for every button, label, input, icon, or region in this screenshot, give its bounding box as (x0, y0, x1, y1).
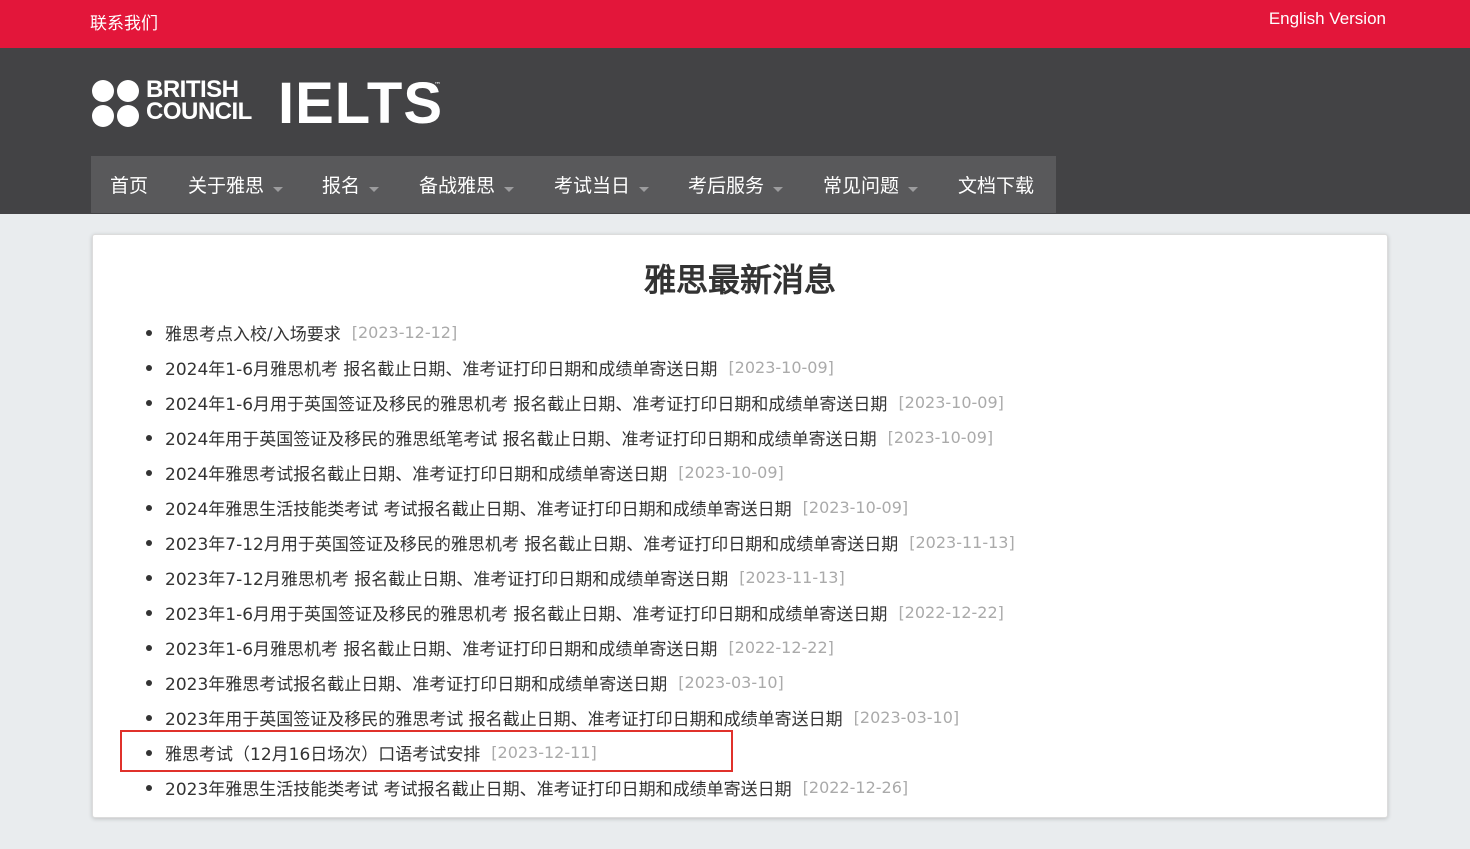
highlight-box (120, 730, 733, 772)
british-council-dots-icon (92, 80, 142, 128)
nav-item-label: 关于雅思 (188, 175, 265, 197)
bullet-icon (146, 364, 152, 371)
caret-down-icon (773, 187, 784, 192)
british-council-wordmark: BRITISH COUNCIL (146, 76, 252, 125)
news-date: [2023-03-10] (853, 708, 960, 727)
bullet-icon (146, 504, 152, 511)
news-date: [2023-10-09] (728, 358, 834, 377)
bullet-icon (146, 434, 152, 441)
nav-item-0[interactable]: 首页 (110, 156, 148, 213)
news-title-link[interactable]: 2024年雅思考试报名截止日期、准考证打印日期和成绩单寄送日期 (165, 460, 667, 485)
caret-down-icon (369, 187, 380, 192)
nav-item-label: 考后服务 (688, 175, 765, 197)
list-item: 2023年雅思生活技能类考试 考试报名截止日期、准考证打印日期和成绩单寄送日期 [… (146, 770, 1015, 805)
list-item: 2024年雅思生活技能类考试 考试报名截止日期、准考证打印日期和成绩单寄送日期 [… (146, 490, 1015, 525)
bullet-icon (146, 609, 152, 616)
list-item: 雅思考点入校/入场要求 [2023-12-12] (146, 315, 1015, 350)
news-date: [2022-12-26] (802, 778, 909, 797)
list-item: 2024年雅思考试报名截止日期、准考证打印日期和成绩单寄送日期 [2023-10-… (146, 455, 1015, 490)
news-date: [2023-12-12] (351, 323, 458, 342)
news-date: [2023-03-10] (678, 673, 784, 692)
nav-item-3[interactable]: 备战雅思 (419, 156, 515, 213)
bullet-icon (146, 469, 152, 476)
trademark-symbol: ™ (434, 81, 441, 89)
news-date: [2023-11-13] (909, 533, 1015, 552)
nav-item-label: 常见问题 (823, 175, 900, 197)
contact-us-link[interactable]: 联系我们 (90, 9, 158, 34)
list-item: 2024年1-6月用于英国签证及移民的雅思机考 报名截止日期、准考证打印日期和成… (146, 385, 1015, 420)
nav-item-7[interactable]: 文档下载 (958, 156, 1034, 213)
list-item: 2023年1-6月用于英国签证及移民的雅思机考 报名截止日期、准考证打印日期和成… (146, 595, 1015, 630)
news-title-link[interactable]: 2023年雅思考试报名截止日期、准考证打印日期和成绩单寄送日期 (165, 670, 667, 695)
news-date: [2023-10-09] (887, 428, 994, 447)
nav-item-5[interactable]: 考后服务 (688, 156, 784, 213)
ielts-wordmark: IELTS (278, 71, 444, 136)
nav-item-label: 报名 (322, 175, 361, 197)
bullet-icon (146, 714, 152, 721)
list-item: 2023年7-12月用于英国签证及移民的雅思机考 报名截止日期、准考证打印日期和… (146, 525, 1015, 560)
caret-down-icon (639, 187, 650, 192)
nav-item-2[interactable]: 报名 (322, 156, 380, 213)
bullet-icon (146, 574, 152, 581)
news-date: [2023-10-09] (898, 393, 1004, 412)
news-title-link[interactable]: 2024年用于英国签证及移民的雅思纸笔考试 报名截止日期、准考证打印日期和成绩单… (165, 425, 877, 450)
list-item: 2024年用于英国签证及移民的雅思纸笔考试 报名截止日期、准考证打印日期和成绩单… (146, 420, 1015, 455)
news-title-link[interactable]: 2024年1-6月用于英国签证及移民的雅思机考 报名截止日期、准考证打印日期和成… (165, 390, 887, 415)
list-item: 2023年雅思考试报名截止日期、准考证打印日期和成绩单寄送日期 [2023-03-… (146, 665, 1015, 700)
list-item: 2023年1-6月雅思机考 报名截止日期、准考证打印日期和成绩单寄送日期 [202… (146, 630, 1015, 665)
nav-item-label: 首页 (110, 175, 149, 197)
list-item: 2023年7-12月雅思机考 报名截止日期、准考证打印日期和成绩单寄送日期 [20… (146, 560, 1015, 595)
news-title-link[interactable]: 2023年7-12月雅思机考 报名截止日期、准考证打印日期和成绩单寄送日期 (165, 565, 728, 590)
bullet-icon (146, 679, 152, 686)
nav-item-label: 备战雅思 (419, 175, 496, 197)
news-title-link[interactable]: 2024年雅思生活技能类考试 考试报名截止日期、准考证打印日期和成绩单寄送日期 (165, 495, 792, 520)
news-date: [2023-10-09] (678, 463, 784, 482)
bullet-icon (146, 399, 152, 406)
main-nav: 首页 关于雅思 报名 备战雅思 考试当日 考后服务 常见问题 文档下载 (91, 156, 1056, 213)
english-version-link[interactable]: English Version (1269, 9, 1386, 29)
nav-item-6[interactable]: 常见问题 (823, 156, 919, 213)
caret-down-icon (273, 187, 284, 192)
caret-down-icon (908, 187, 919, 192)
bullet-icon (146, 329, 152, 336)
bullet-icon (146, 539, 152, 546)
news-date: [2022-12-22] (898, 603, 1004, 622)
news-title-link[interactable]: 2023年用于英国签证及移民的雅思考试 报名截止日期、准考证打印日期和成绩单寄送… (165, 705, 843, 730)
news-title-link[interactable]: 2023年1-6月用于英国签证及移民的雅思机考 报名截止日期、准考证打印日期和成… (165, 600, 887, 625)
nav-item-label: 文档下载 (958, 175, 1035, 197)
nav-item-4[interactable]: 考试当日 (554, 156, 650, 213)
site-header: BRITISH COUNCIL IELTS ™ 首页 关于雅思 报名 备战雅思 考试当日… (0, 48, 1470, 214)
nav-item-label: 考试当日 (554, 175, 631, 197)
list-item: 2024年1-6月雅思机考 报名截止日期、准考证打印日期和成绩单寄送日期 [202… (146, 350, 1015, 385)
page-title: 雅思最新消息 (643, 261, 836, 299)
news-title-link[interactable]: 2024年1-6月雅思机考 报名截止日期、准考证打印日期和成绩单寄送日期 (165, 355, 717, 380)
news-date: [2023-10-09] (802, 498, 909, 517)
top-bar: 联系我们 English Version (0, 0, 1470, 48)
caret-down-icon (504, 187, 515, 192)
news-date: [2023-11-13] (739, 568, 845, 587)
bullet-icon (146, 644, 152, 651)
news-title-link[interactable]: 2023年1-6月雅思机考 报名截止日期、准考证打印日期和成绩单寄送日期 (165, 635, 717, 660)
news-title-link[interactable]: 雅思考点入校/入场要求 (165, 320, 341, 345)
nav-item-1[interactable]: 关于雅思 (188, 156, 284, 213)
news-title-link[interactable]: 2023年雅思生活技能类考试 考试报名截止日期、准考证打印日期和成绩单寄送日期 (165, 775, 792, 800)
news-date: [2022-12-22] (728, 638, 834, 657)
bullet-icon (146, 784, 152, 791)
news-title-link[interactable]: 2023年7-12月用于英国签证及移民的雅思机考 报名截止日期、准考证打印日期和… (165, 530, 898, 555)
